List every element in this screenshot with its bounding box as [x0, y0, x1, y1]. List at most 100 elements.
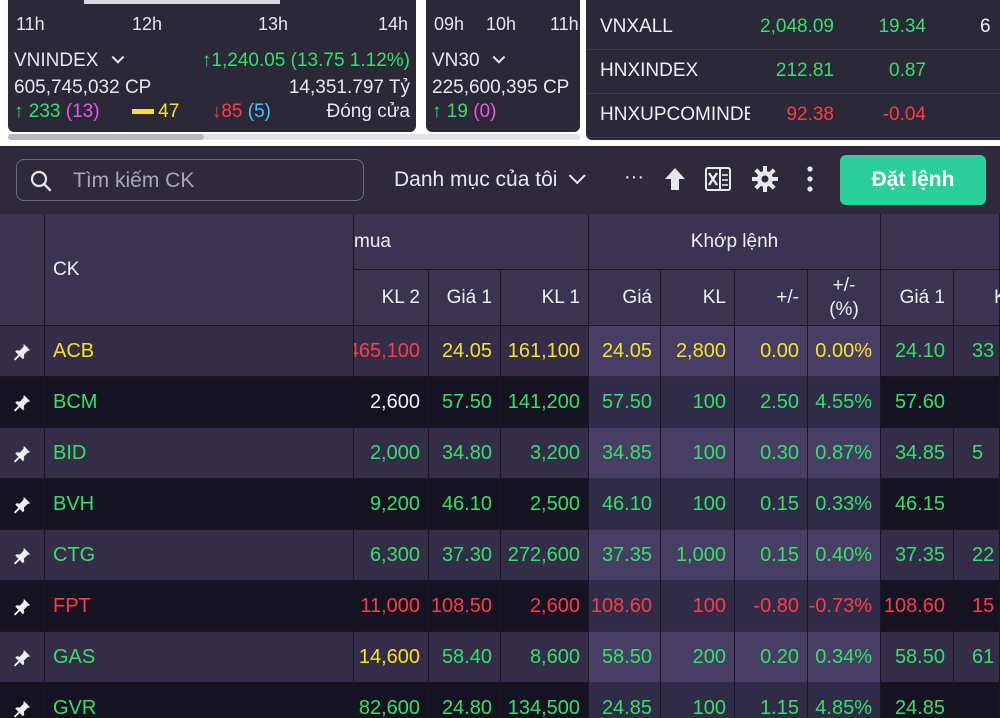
pin-icon	[13, 649, 31, 667]
table-row[interactable]: BCM 2,600 57.50 141,200 57.50 100 2.50 4.55% 57.…	[0, 377, 1000, 428]
ask-price1-header[interactable]: Giá 1	[881, 270, 954, 326]
table-row[interactable]: FPT 11,000 108.50 2,600 108.60 100 -0.80 -0.73%…	[0, 581, 1000, 632]
index-value: 92.38	[786, 104, 834, 125]
ask-price1-cell: 24.85	[881, 683, 954, 718]
gear-icon[interactable]	[750, 164, 780, 194]
vn30-card[interactable]: 09h 10h 11h VN30 225,600,395 CP ↑ 19 (0)	[426, 0, 580, 132]
chevron-down-icon[interactable]	[111, 50, 125, 64]
bid-vol1-header[interactable]: KL 1	[501, 270, 589, 326]
match-price-header[interactable]: Giá	[589, 270, 661, 326]
floor-count: (5)	[247, 101, 271, 122]
match-vol-cell: 200	[661, 632, 735, 683]
symbol-cell[interactable]: BCM	[45, 377, 354, 428]
ask-price1-cell: 34.85	[881, 428, 954, 479]
symbol-cell[interactable]: GVR	[45, 683, 354, 718]
ask-price1-cell: 58.50	[881, 632, 954, 683]
match-price-cell: 37.35	[589, 530, 661, 581]
time-tick: 11h	[550, 14, 579, 34]
pin-cell[interactable]	[0, 479, 45, 530]
change-pct-cell: 4.55%	[808, 377, 881, 428]
symbol-column-header[interactable]: CK	[45, 214, 354, 326]
ask-price1-cell: 108.60	[881, 581, 954, 632]
ask-vol1-cell: 61	[954, 632, 1000, 683]
index-carousel-scrollbar[interactable]	[8, 134, 580, 140]
pin-cell[interactable]	[0, 632, 45, 683]
vnindex-card[interactable]: 11h 12h 13h 14h VNINDEX ↑1,240.05 (13.75…	[8, 0, 416, 132]
search-icon	[30, 170, 52, 192]
table-row[interactable]: BVH 9,200 46.10 2,500 46.10 100 0.15 0.33% 46.15	[0, 479, 1000, 530]
index-row[interactable]: HNXINDEX 212.81 0.87	[586, 50, 1000, 94]
index-row[interactable]: HNXUPCOMINDE 92.38 -0.04	[586, 94, 1000, 138]
bid-vol1-cell: 2,500	[501, 479, 589, 530]
bid-vol1-cell: 3,200	[501, 428, 589, 479]
change-pct-header[interactable]: +/- (%)	[808, 270, 881, 326]
change-cell: -0.80	[735, 581, 808, 632]
bid-price1-cell: 24.80	[429, 683, 501, 718]
bid-price1-cell: 108.50	[429, 581, 501, 632]
pin-icon	[13, 343, 31, 361]
symbol-cell[interactable]: CTG	[45, 530, 354, 581]
change-pct-cell: 0.00%	[808, 326, 881, 377]
trading-board: 11h 12h 13h 14h VNINDEX ↑1,240.05 (13.75…	[0, 0, 1000, 718]
match-vol-cell: 1,000	[661, 530, 735, 581]
match-price-cell: 46.10	[589, 479, 661, 530]
excel-export-icon[interactable]	[703, 164, 733, 194]
watchlist-dropdown[interactable]: Danh mục của tôi	[394, 167, 587, 192]
pin-column-header	[0, 214, 45, 326]
bid-price1-header[interactable]: Giá 1	[429, 270, 501, 326]
index-name: VNINDEX	[14, 50, 99, 71]
chevron-down-icon[interactable]	[492, 50, 506, 64]
index-row[interactable]: VNXALL 2,048.09 19.34 6	[586, 6, 1000, 50]
flat-bar-icon	[132, 109, 155, 115]
change-header[interactable]: +/-	[735, 270, 808, 326]
ask-price1-cell: 24.10	[881, 326, 954, 377]
symbol-cell[interactable]: ACB	[45, 326, 354, 377]
symbol-cell[interactable]: BVH	[45, 479, 354, 530]
ask-price1-cell: 57.60	[881, 377, 954, 428]
match-price-cell: 108.60	[589, 581, 661, 632]
change-pct-cell: 4.85%	[808, 683, 881, 718]
pin-cell[interactable]	[0, 683, 45, 718]
pin-cell[interactable]	[0, 377, 45, 428]
toolbar: Danh mục của tôi ··· Đặt lệnh	[0, 146, 1000, 214]
pin-cell[interactable]	[0, 326, 45, 377]
place-order-button[interactable]: Đặt lệnh	[840, 155, 986, 205]
sort-up-icon[interactable]	[660, 164, 690, 194]
match-price-cell: 57.50	[589, 377, 661, 428]
change-pct-cell: 0.33%	[808, 479, 881, 530]
match-group-header: Khớp lệnh	[589, 214, 881, 270]
more-options-button[interactable]: ···	[624, 166, 654, 196]
symbol-cell[interactable]: BID	[45, 428, 354, 479]
search-box[interactable]	[16, 159, 364, 201]
match-price-cell: 34.85	[589, 428, 661, 479]
table-row[interactable]: BID 2,000 34.80 3,200 34.85 100 0.30 0.87% 34.85…	[0, 428, 1000, 479]
bid-price1-cell: 34.80	[429, 428, 501, 479]
pin-cell[interactable]	[0, 530, 45, 581]
ask-vol1-cell	[954, 683, 1000, 718]
pin-cell[interactable]	[0, 581, 45, 632]
match-vol-header[interactable]: KL	[661, 270, 735, 326]
time-tick: 14h	[378, 14, 409, 34]
kebab-menu-icon[interactable]	[798, 164, 828, 194]
table-row[interactable]: CTG 6,300 37.30 272,600 37.35 1,000 0.15 0.40% 3…	[0, 530, 1000, 581]
index-change: 19.34	[878, 16, 926, 37]
table-row[interactable]: ACB 465,100 24.05 161,100 24.05 2,800 0.00 0.00…	[0, 326, 1000, 377]
table-row[interactable]: GVR 82,600 24.80 134,500 24.85 100 1.15 4.85% 24…	[0, 683, 1000, 718]
pin-cell[interactable]	[0, 428, 45, 479]
scrollbar-thumb[interactable]	[8, 134, 204, 140]
time-tick: 13h	[258, 14, 289, 34]
pin-icon	[13, 394, 31, 412]
symbol-cell[interactable]: FPT	[45, 581, 354, 632]
search-input[interactable]	[73, 166, 353, 196]
bid-vol2-header[interactable]: KL 2	[354, 270, 429, 326]
index-value: ↑1,240.05 (13.75 1.12%)	[201, 50, 410, 71]
time-tick: 12h	[132, 14, 163, 34]
bid-vol1-cell: 8,600	[501, 632, 589, 683]
bid-vol1-cell: 2,600	[501, 581, 589, 632]
index-volume: 605,745,032 CP	[14, 77, 152, 98]
symbol-cell[interactable]: GAS	[45, 632, 354, 683]
table-row[interactable]: GAS 14,600 58.40 8,600 58.50 200 0.20 0.34% 58.5…	[0, 632, 1000, 683]
ask-vol1-header[interactable]: K	[954, 270, 1000, 326]
decliners-count: ↓85	[211, 101, 243, 122]
index-change: -0.04	[882, 104, 926, 125]
